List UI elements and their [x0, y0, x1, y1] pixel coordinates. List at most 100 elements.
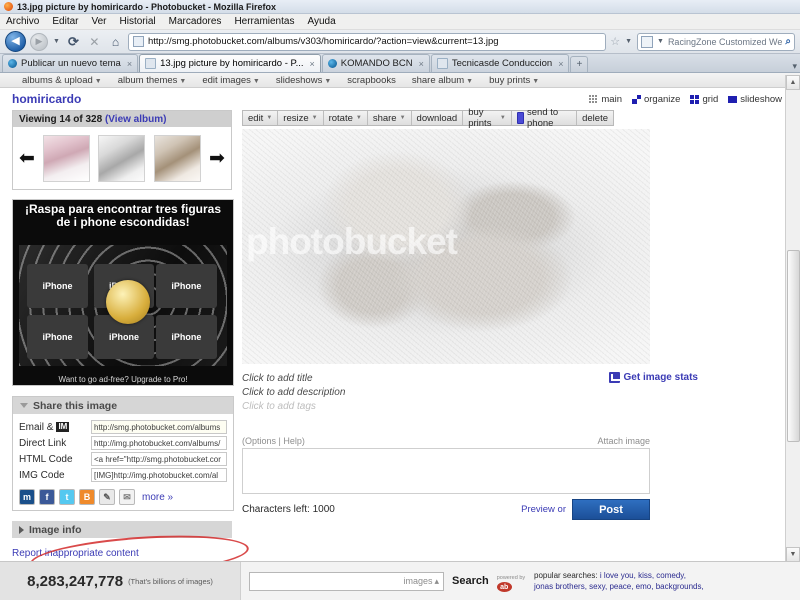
browser-search-bar[interactable]: ▼ RacingZone Customized Web Sec ⌕: [637, 32, 795, 51]
toolbar-rotate[interactable]: rotate ▼: [324, 111, 368, 125]
toolbar-send-to-phone[interactable]: send to phone: [512, 107, 578, 129]
scroll-up-icon[interactable]: ▲: [786, 75, 800, 90]
twitter-icon[interactable]: t: [59, 489, 75, 505]
direct-link-field[interactable]: http://img.photobucket.com/albums/: [91, 436, 227, 450]
more-share-link[interactable]: more »: [142, 492, 173, 503]
ad-upgrade-link[interactable]: Want to go ad-free? Upgrade to Pro!: [13, 375, 233, 384]
navigation-toolbar: ◀ ▶ ▼ ⟳ ✕ ⌂ http://smg.photobucket.com/a…: [0, 30, 800, 54]
home-icon[interactable]: ⌂: [107, 33, 124, 50]
blogger-icon[interactable]: B: [79, 489, 95, 505]
comment-textarea[interactable]: [242, 448, 650, 494]
search-input[interactable]: RacingZone Customized Web Sec: [668, 37, 782, 47]
menu-historial[interactable]: Historial: [120, 16, 156, 27]
footer-search-button[interactable]: Search: [452, 575, 489, 587]
view-mode-grid[interactable]: grid: [690, 94, 718, 105]
preview-link[interactable]: Preview or: [521, 504, 566, 515]
attach-image-link[interactable]: Attach image: [597, 436, 650, 446]
facebook-icon[interactable]: f: [39, 489, 55, 505]
chevron-down-icon[interactable]: ▼: [53, 38, 60, 45]
toolbar-resize[interactable]: resize ▼: [278, 111, 324, 125]
search-scope-label: images: [403, 576, 433, 586]
nav-buy-prints[interactable]: buy prints ▼: [489, 75, 539, 86]
advertisement-banner[interactable]: ¡Raspa para encontrar tres figuras de i …: [12, 199, 234, 386]
view-mode-main[interactable]: main: [589, 94, 622, 105]
close-icon[interactable]: ×: [310, 59, 315, 69]
chevron-up-icon[interactable]: ▴: [434, 576, 439, 587]
email-icon[interactable]: ✉: [119, 489, 135, 505]
viewing-panel: Viewing 14 of 328 (View album) ⬅ ➡: [12, 110, 232, 190]
nav-slideshows[interactable]: slideshows ▼: [276, 75, 331, 86]
stop-icon[interactable]: ✕: [86, 33, 103, 50]
menu-marcadores[interactable]: Marcadores: [169, 16, 222, 27]
tab-publicar-nuevo-tema[interactable]: Publicar un nuevo tema ×: [2, 54, 139, 72]
toolbar-download[interactable]: download: [412, 111, 464, 125]
menu-ayuda[interactable]: Ayuda: [307, 16, 335, 27]
main-photo[interactable]: photobucket: [242, 129, 650, 364]
get-image-stats-link[interactable]: Get image stats: [608, 372, 698, 383]
popular-searches-line1[interactable]: i love you, kiss, comedy,: [600, 571, 686, 580]
menu-ver[interactable]: Ver: [91, 16, 106, 27]
reload-icon[interactable]: ⟳: [65, 33, 82, 50]
search-engine-icon[interactable]: [641, 35, 653, 48]
tab-13jpg-photobucket[interactable]: 13.jpg picture by homiricardo - P... ×: [139, 54, 321, 72]
url-bar[interactable]: http://smg.photobucket.com/albums/v303/h…: [127, 32, 607, 51]
post-button[interactable]: Post: [572, 499, 650, 520]
myspace-icon[interactable]: m: [19, 489, 35, 505]
main-content: edit ▼ resize ▼ rotate ▼ share ▼ download bu…: [232, 107, 800, 559]
nav-album-themes[interactable]: album themes ▼: [118, 75, 187, 86]
viewing-header: Viewing 14 of 328 (View album): [13, 111, 231, 127]
html-code-field[interactable]: <a href="http://smg.photobucket.cor: [91, 452, 227, 466]
new-tab-button[interactable]: +: [570, 56, 589, 72]
share-row-label: Email & IM: [19, 421, 70, 433]
close-icon[interactable]: ×: [419, 59, 424, 69]
scrollbar-thumb[interactable]: [787, 250, 800, 442]
vertical-scrollbar[interactable]: ▲ ▼: [785, 75, 800, 562]
close-icon[interactable]: ×: [127, 59, 132, 69]
view-mode-slideshow[interactable]: slideshow: [728, 94, 782, 105]
username-link[interactable]: homiricardo: [12, 92, 81, 106]
thumbnail-baby-bw[interactable]: [98, 134, 146, 182]
view-album-link[interactable]: (View album): [105, 114, 167, 125]
add-description-prompt[interactable]: Click to add description: [242, 386, 650, 400]
email-im-field[interactable]: http://smg.photobucket.com/albums: [91, 420, 227, 434]
tab-list-chevron-icon[interactable]: ▾: [792, 61, 797, 72]
thumbnail-baby-hat[interactable]: [43, 134, 91, 182]
menu-editar[interactable]: Editar: [52, 16, 78, 27]
nav-albums-upload[interactable]: albums & upload ▼: [22, 75, 102, 86]
right-arrow-icon[interactable]: ➡: [209, 149, 225, 168]
footer-search-input[interactable]: images ▴: [249, 571, 444, 591]
triangle-down-icon: [20, 403, 28, 408]
report-inappropriate-link[interactable]: Report inappropriate content: [12, 548, 232, 559]
tab-tecnicas-de-conduccion[interactable]: Tecnicasde Conduccion ×: [430, 54, 570, 72]
nav-share-album[interactable]: share album ▼: [412, 75, 473, 86]
img-code-field[interactable]: [IMG]http://img.photobucket.com/al: [91, 468, 227, 482]
scroll-down-icon[interactable]: ▼: [786, 547, 800, 562]
toolbar-share[interactable]: share ▼: [368, 111, 412, 125]
back-arrow-icon[interactable]: ◀: [5, 31, 26, 52]
thumbnail-strip: ⬅ ➡: [13, 127, 231, 189]
forward-arrow-icon[interactable]: ▶: [30, 32, 48, 51]
nav-scrapbooks[interactable]: scrapbooks: [347, 75, 396, 86]
add-title-prompt[interactable]: Click to add title: [242, 372, 650, 386]
thumbnail-baby-sleeping[interactable]: [153, 134, 201, 182]
toolbar-edit[interactable]: edit ▼: [243, 111, 279, 125]
nav-edit-images[interactable]: edit images ▼: [202, 75, 260, 86]
magnifier-icon[interactable]: ⌕: [785, 36, 791, 47]
popular-searches-line2[interactable]: jonas brothers, sexy, peace, emo, backgr…: [534, 582, 704, 591]
close-icon[interactable]: ×: [558, 59, 563, 69]
share-panel-header[interactable]: Share this image: [13, 397, 233, 414]
toolbar-delete[interactable]: delete: [577, 111, 613, 125]
menu-herramientas[interactable]: Herramientas: [234, 16, 294, 27]
menu-archivo[interactable]: Archivo: [6, 16, 39, 27]
add-tags-prompt[interactable]: Click to add tags: [242, 400, 650, 414]
star-icon[interactable]: ☆: [610, 35, 620, 48]
image-info-header[interactable]: Image info: [12, 521, 232, 538]
options-help-link[interactable]: (Options | Help): [242, 436, 305, 446]
toolbar-buy-prints[interactable]: buy prints ▼: [463, 107, 512, 129]
left-arrow-icon[interactable]: ⬅: [19, 149, 35, 168]
search-engine-chevron-icon[interactable]: ▼: [657, 38, 664, 45]
link-icon[interactable]: ✎: [99, 489, 115, 505]
view-mode-organize[interactable]: organize: [631, 94, 680, 105]
tab-komando-bcn[interactable]: KOMANDO BCN ×: [321, 54, 430, 72]
bookmark-chevron-icon[interactable]: ▼: [625, 38, 632, 45]
